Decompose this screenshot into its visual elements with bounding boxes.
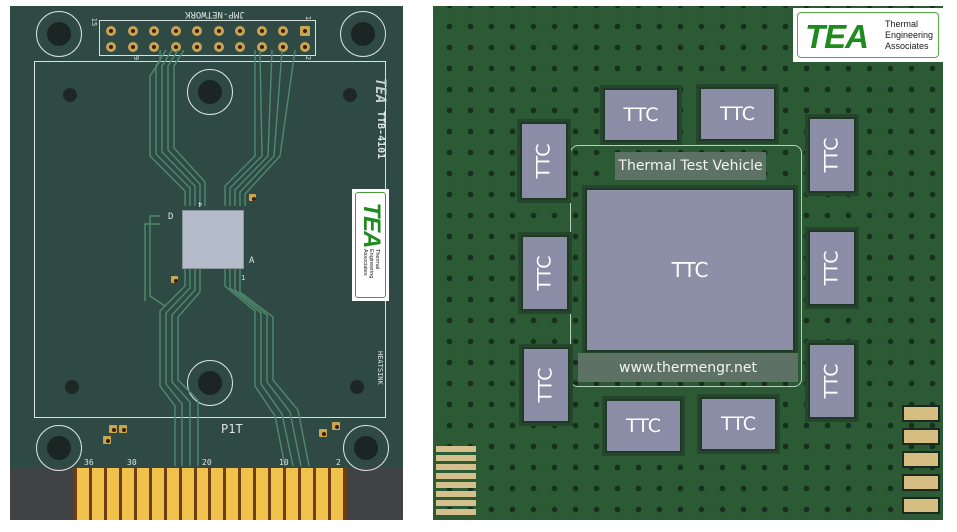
test-chip [182, 210, 244, 269]
ttc-right-middle: TTC [808, 230, 856, 306]
test-pad [119, 425, 127, 433]
ttc-right-top: TTC [808, 117, 856, 193]
board-logo-text: TEA [372, 78, 388, 104]
test-pad [103, 436, 111, 444]
ttc-left-bottom: TTC [522, 347, 570, 423]
edge-label: 30 [127, 458, 137, 467]
edge-label: 20 [202, 458, 212, 467]
tea-logo-mark: TEA [357, 202, 385, 248]
via-pad [171, 276, 178, 283]
edge-label: 36 [84, 458, 94, 467]
board-id: TTB-4101 [375, 111, 386, 160]
edge-finger [211, 468, 224, 520]
edge-finger [121, 468, 134, 520]
edge-connector-fingers [73, 468, 347, 520]
tea-logo-text: Thermal Engineering Associates [362, 249, 380, 289]
edge-finger [271, 468, 284, 520]
edge-finger [301, 468, 313, 520]
ttc-label: TTC [534, 255, 556, 291]
test-pad [109, 425, 117, 433]
thermal-test-vehicle-label: Thermal Test Vehicle [615, 152, 766, 180]
ttc-center: TTC [585, 188, 795, 352]
footprint-label: P1T [221, 422, 243, 436]
ttc-label: TTC [720, 413, 757, 435]
logo-line: Engineering [367, 249, 374, 279]
ttc-top-right: TTC [699, 87, 776, 141]
test-pad [332, 422, 340, 430]
edge-finger [256, 468, 269, 520]
ttc-right-bottom: TTC [808, 343, 856, 419]
heatsink-label: HEATSINK [376, 351, 384, 385]
edge-finger [91, 468, 104, 520]
edge-finger [330, 468, 343, 520]
ttc-label: TTC [719, 103, 756, 125]
ttc-label: TTC [821, 137, 843, 173]
logo-line: Associates [361, 249, 368, 276]
left-contact-pads [436, 446, 476, 515]
ttc-label: TTC [625, 415, 662, 437]
ttc-label: TTC [821, 250, 843, 286]
ttc-label: TTC [671, 258, 709, 282]
test-pad [319, 429, 327, 437]
ttc-bottom-left: TTC [605, 399, 682, 453]
ttc-left-middle: TTC [521, 235, 569, 311]
tea-logo: TEA Thermal Engineering Associates [793, 8, 943, 62]
ttc-label: TTC [821, 363, 843, 399]
right-contact-pads [902, 405, 940, 514]
edge-finger [151, 468, 164, 520]
ttc-label: TTC [535, 367, 557, 403]
chip-corner-label: 1 [241, 274, 246, 282]
left-pcb-photo: JMP-NETWORK 15 1 9 2 D A 4 1 TEA TTB-410… [10, 6, 403, 520]
chip-corner-label: D [168, 212, 174, 222]
tea-logo-mark: TEA [805, 18, 869, 55]
logo-line: Thermal [373, 249, 380, 270]
edge-finger [286, 468, 299, 520]
logo-line: Associates [885, 41, 929, 51]
tea-logo-text: Thermal Engineering Associates [885, 19, 933, 52]
chip-corner-label: A [249, 256, 255, 266]
ttc-bottom-right: TTC [700, 397, 777, 451]
edge-finger [241, 468, 254, 520]
ttc-left-top: TTC [520, 122, 568, 200]
via-pad [249, 194, 256, 201]
edge-finger [181, 468, 194, 520]
edge-finger [166, 468, 179, 520]
edge-finger [136, 468, 149, 520]
logo-line: Engineering [885, 30, 934, 40]
edge-finger [316, 468, 328, 520]
logo-line: Thermal [885, 19, 919, 29]
edge-finger [106, 468, 119, 520]
ttc-label: TTC [623, 104, 659, 126]
edge-label: 10 [279, 458, 289, 467]
edge-finger [77, 468, 89, 520]
edge-finger [196, 468, 209, 520]
tea-logo-vertical: TEA Thermal Engineering Associates [352, 189, 389, 301]
chip-corner-label: 4 [198, 200, 203, 208]
edge-label: 2 [336, 458, 341, 467]
website-label: www.thermengr.net [578, 353, 798, 382]
edge-finger [226, 468, 239, 520]
ttc-top-left: TTC [603, 88, 679, 142]
ttc-label: TTC [533, 143, 555, 179]
